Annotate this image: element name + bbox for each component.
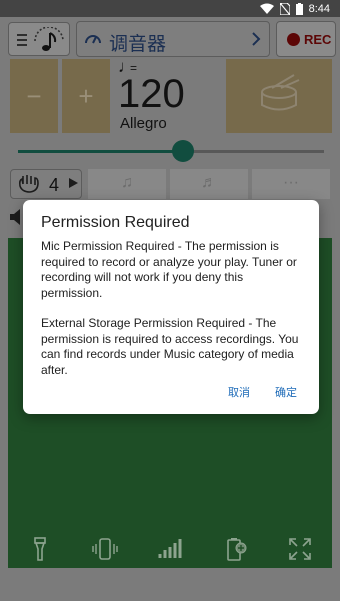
- tempo-bpm[interactable]: 120: [118, 72, 185, 117]
- storage-permission-text: External Storage Permission Required - T…: [41, 316, 299, 377]
- hand-icon: [18, 175, 39, 193]
- no-sim-icon: [279, 2, 290, 15]
- wifi-icon: [259, 3, 274, 14]
- tempo-marking: Allegro: [120, 115, 167, 132]
- status-time: 8:44: [308, 2, 330, 15]
- dialog-message: Mic Permission Required - The permission…: [41, 239, 307, 378]
- vibrate-icon[interactable]: [92, 536, 118, 562]
- mic-permission-text: Mic Permission Required - The permission…: [41, 239, 297, 300]
- menu-button[interactable]: [8, 22, 70, 56]
- subdivision-eighth-button[interactable]: ♫: [88, 169, 166, 199]
- tuner-button[interactable]: 调音器: [76, 21, 270, 57]
- top-toolbar: 调音器 REC: [6, 21, 336, 57]
- more-subdivisions-button[interactable]: ···: [252, 169, 330, 199]
- fullscreen-icon[interactable]: [287, 536, 313, 562]
- menu-icon: [17, 34, 27, 46]
- dropdown-arrow-icon: [69, 178, 78, 188]
- status-icons: 8:44: [259, 1, 330, 16]
- tempo-decrease-button[interactable]: −: [10, 59, 58, 133]
- record-label: REC: [304, 32, 332, 47]
- ok-button[interactable]: 确定: [275, 384, 297, 400]
- app-logo-icon: [34, 27, 64, 51]
- beats-value: 4: [49, 175, 60, 195]
- signal-strength-icon[interactable]: [157, 536, 183, 562]
- eighth-notes-icon: ♫: [121, 174, 133, 191]
- chevron-right-icon: [252, 32, 261, 46]
- speaker-icon[interactable]: [10, 209, 24, 225]
- battery-settings-icon[interactable]: [222, 536, 248, 562]
- tempo-increase-button[interactable]: +: [62, 59, 110, 133]
- tuner-gauge-icon: [85, 35, 101, 44]
- permission-dialog: Permission Required Mic Permission Requi…: [23, 200, 319, 414]
- beats-per-bar-selector[interactable]: 4: [10, 169, 82, 199]
- battery-icon: [295, 2, 303, 15]
- tempo-slider-thumb[interactable]: [172, 140, 195, 162]
- tap-drum-button[interactable]: [226, 59, 332, 133]
- flashlight-icon[interactable]: [27, 536, 53, 562]
- footer-strip: [0, 570, 340, 601]
- sixteenth-notes-icon: ♬: [201, 174, 217, 191]
- record-button[interactable]: REC: [276, 21, 336, 57]
- more-icon: ···: [283, 174, 299, 191]
- cancel-button[interactable]: 取消: [228, 384, 250, 400]
- tempo-slider-fill: [18, 150, 184, 153]
- bottom-toolbar: [8, 527, 332, 570]
- tuner-label: 调音器: [109, 34, 167, 55]
- record-dot-icon: [287, 33, 300, 46]
- status-bar: 8:44: [0, 0, 340, 17]
- plus-icon: +: [78, 81, 94, 111]
- drum-icon: [261, 74, 300, 111]
- minus-icon: −: [26, 81, 42, 111]
- dialog-title: Permission Required: [41, 214, 190, 231]
- subdivision-sixteenth-button[interactable]: ♬: [170, 169, 248, 199]
